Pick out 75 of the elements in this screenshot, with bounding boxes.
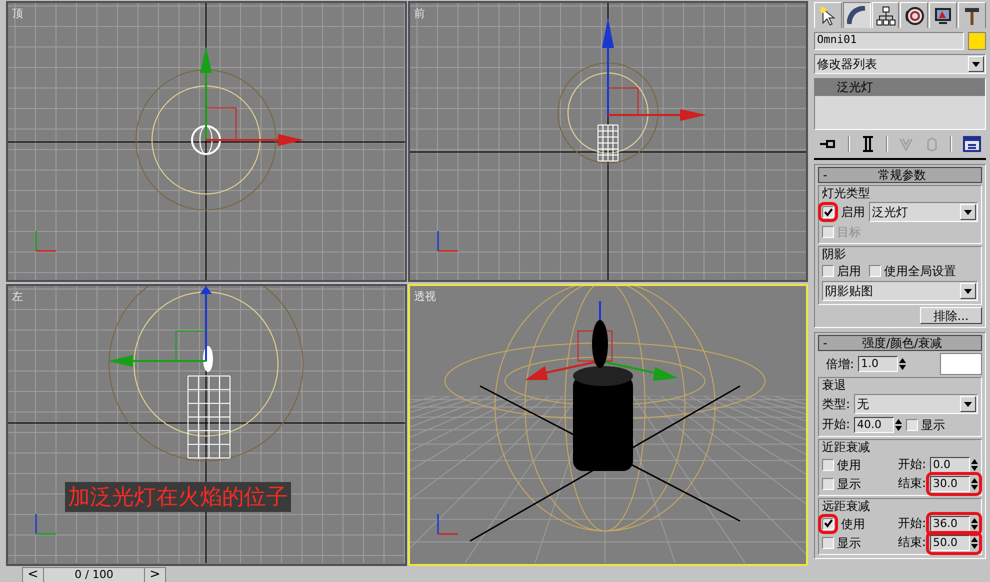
spinner-arrows-icon[interactable] — [899, 357, 906, 371]
checkbox[interactable] — [869, 265, 881, 277]
axis-tripod-icon — [35, 231, 56, 252]
candle-icon — [573, 366, 633, 471]
caret-icon — [964, 288, 972, 294]
time-slider[interactable]: 0 / 100 — [44, 567, 144, 582]
checkbox[interactable] — [822, 478, 834, 490]
number-field[interactable]: 30.0 — [930, 476, 970, 492]
group-title: 远距衰减 — [822, 499, 871, 513]
object-name-field[interactable]: Omni01 — [814, 32, 964, 50]
number-field[interactable]: 50.0 — [930, 534, 970, 550]
next-frame-button[interactable]: > — [144, 567, 166, 582]
panel-tab[interactable] — [842, 2, 871, 28]
spinner-arrows-icon[interactable] — [971, 536, 978, 550]
checkbox[interactable] — [906, 418, 918, 430]
caret-icon — [964, 210, 972, 214]
caret-icon — [972, 62, 980, 66]
start-label: 开始: — [898, 515, 926, 532]
checkbox-label: 显示 — [837, 476, 861, 492]
number-field[interactable]: 0.0 — [930, 456, 970, 472]
checkbox-label: 使用 — [837, 456, 861, 472]
object-color-swatch[interactable] — [968, 32, 986, 50]
checkbox-label: 启用 — [837, 263, 861, 279]
flame-icon — [592, 320, 608, 368]
light-color-swatch[interactable] — [940, 353, 982, 375]
end-result-icon[interactable] — [860, 136, 875, 152]
cursor-star-icon — [818, 6, 838, 26]
number-field[interactable]: 36.0 — [930, 516, 970, 532]
start-label: 开始: — [822, 416, 850, 433]
monitor-icon — [933, 6, 954, 26]
checkbox-label: 显示 — [921, 416, 946, 432]
spinner-arrows-icon[interactable] — [971, 458, 978, 472]
hierarchy-icon — [876, 6, 896, 26]
modifier-list-dropdown[interactable]: 修改器列表 — [814, 54, 986, 74]
light-type-dropdown[interactable]: 泛光灯 — [869, 202, 978, 222]
number-field[interactable]: 40.0 — [854, 416, 894, 432]
decay-type-dropdown[interactable]: 无 — [854, 394, 978, 414]
group-title: 衰退 — [822, 378, 847, 392]
caret-icon — [964, 402, 972, 406]
group-title: 阴影 — [822, 247, 847, 261]
checkbox-label: 启用 — [841, 204, 865, 220]
wheel-icon — [904, 6, 924, 26]
configure-icon[interactable] — [962, 136, 981, 152]
checkbox-label: 显示 — [837, 534, 861, 550]
type-label: 类型: — [822, 396, 850, 412]
axis-tripod-icon — [437, 231, 458, 252]
checkbox[interactable] — [822, 458, 834, 470]
number-field[interactable]: 1.0 — [858, 356, 898, 372]
spinner-arrows-icon[interactable] — [971, 516, 978, 530]
previous-frame-button[interactable]: < — [22, 567, 44, 582]
wire-sphere-icon — [191, 125, 221, 155]
axis-tripod-icon — [437, 514, 458, 535]
flame-icon — [203, 346, 213, 372]
multiplier-label: 倍增: — [826, 356, 854, 372]
axis-tripod-icon — [35, 514, 56, 535]
checkbox-label: 使用全局设置 — [884, 263, 956, 279]
checkbox[interactable] — [822, 265, 834, 277]
checkbox[interactable] — [822, 536, 834, 548]
start-label: 开始: — [898, 456, 926, 473]
rollout-header[interactable]: - 强度/颜色/衰减 — [818, 335, 982, 351]
checkbox-label: 使用 — [841, 516, 865, 532]
end-label: 结束: — [898, 534, 926, 551]
end-label: 结束: — [898, 475, 926, 492]
caption-text: 加泛光灯在火焰的位子 — [65, 482, 291, 512]
group-title: 灯光类型 — [822, 186, 871, 200]
candle-wireframe-drawing — [598, 124, 618, 162]
rollout-header[interactable]: - 常规参数 — [818, 167, 982, 183]
spinner-arrows-icon[interactable] — [971, 476, 978, 490]
stack-item[interactable]: 泛光灯 — [815, 79, 985, 96]
spinner-arrows-icon[interactable] — [895, 418, 902, 432]
exclude-button[interactable]: 排除... — [920, 307, 982, 324]
curve-icon — [846, 6, 867, 26]
pin-icon[interactable] — [819, 137, 838, 151]
group-title: 近距衰减 — [822, 440, 871, 454]
shadow-type-dropdown[interactable]: 阴影贴图 — [822, 281, 978, 301]
